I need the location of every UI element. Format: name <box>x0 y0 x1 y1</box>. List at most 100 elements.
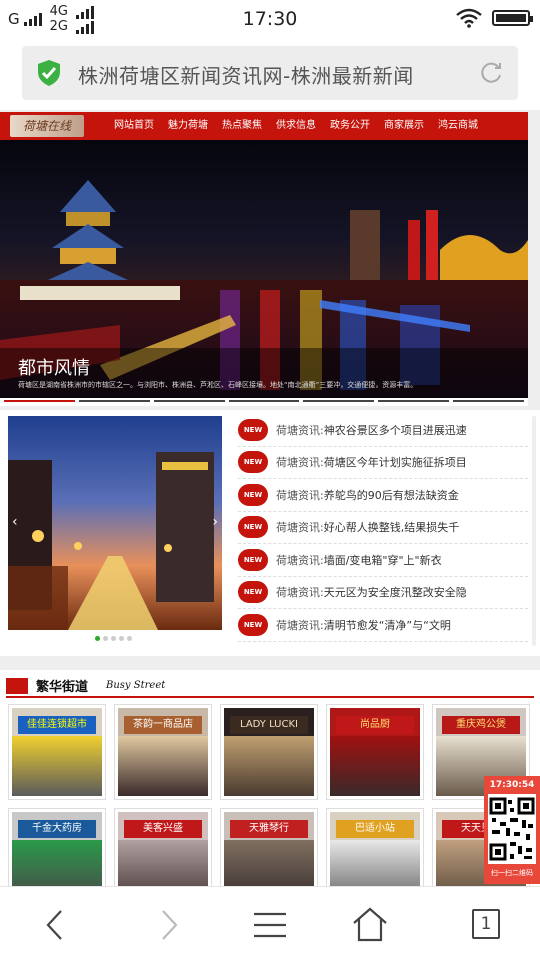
pager-dot[interactable] <box>119 636 124 641</box>
site-nav-items: 网站首页 魅力荷塘 热点聚焦 供求信息 政务公开 商家展示 鸿云商城 <box>106 112 484 140</box>
news-item[interactable]: NEW 荷塘资讯: 天元区为安全度汛整改安全隐 <box>238 577 528 609</box>
news-photo-slider[interactable]: ‹ › <box>8 416 222 630</box>
busy-street-title-en: Busy Street <box>106 680 166 691</box>
hero-subtitle: 荷塘区是湖南省株洲市的市辖区之一。与浏阳市、株洲县、芦淞区、石峰区接壤。地处“南… <box>18 381 418 389</box>
address-bar[interactable]: 株洲荷塘区新闻资讯网-株洲最新新闻 <box>22 46 518 100</box>
busy-street-header: 繁华街道 Busy Street <box>6 676 534 698</box>
tab-count: 1 <box>472 909 500 939</box>
reload-icon[interactable] <box>478 60 504 86</box>
slider-dot[interactable] <box>153 400 225 402</box>
nav-item-charm[interactable]: 魅力荷塘 <box>160 112 214 140</box>
news-item[interactable]: NEW 荷塘资讯: 清明节愈发“清净”与“文明 <box>238 609 528 642</box>
news-prefix: 荷塘资讯: <box>276 456 324 470</box>
shop-sign: 茶韵一商品店 <box>124 716 202 734</box>
slider-dot[interactable] <box>303 400 375 402</box>
pager-dot[interactable] <box>111 636 116 641</box>
battery-icon <box>492 10 533 26</box>
shop-sign: 重庆鸡公煲 <box>442 716 520 734</box>
shop-front <box>224 736 314 796</box>
news-list: NEW 荷塘资讯: 神农谷景区多个项目进展迅速 NEW 荷塘资讯: 荷塘区今年计划实… <box>238 414 528 642</box>
news-title[interactable]: 神农谷景区多个项目进展迅速 <box>324 422 467 438</box>
home-icon[interactable] <box>350 905 390 945</box>
slider-dot[interactable] <box>378 400 450 402</box>
hero-title: 都市风情 <box>18 358 90 379</box>
new-badge-icon: NEW <box>238 613 268 636</box>
qr-code-widget[interactable]: 17:30:54 扫一扫二维码 <box>484 776 540 884</box>
hero-banner[interactable]: 都市风情 荷塘区是湖南省株洲市的市辖区之一。与浏阳市、株洲县、芦淞区、石峰区接壤… <box>0 140 528 398</box>
tabs-button[interactable]: 1 <box>466 905 506 945</box>
shop-front <box>118 840 208 886</box>
pager-dot[interactable] <box>103 636 108 641</box>
news-title[interactable]: 好心帮人换整钱,结果损失千 <box>324 519 460 535</box>
nav-item-supply[interactable]: 供求信息 <box>268 112 322 140</box>
news-item[interactable]: NEW 荷塘资讯: 神农谷景区多个项目进展迅速 <box>238 414 528 447</box>
qr-label: 扫一扫二维码 <box>491 869 533 877</box>
site-logo[interactable]: 荷塘在线 <box>10 115 84 137</box>
status-icons <box>456 8 533 28</box>
hero-caption: 都市风情 荷塘区是湖南省株洲市的市辖区之一。与浏阳市、株洲县、芦淞区、石峰区接壤… <box>0 348 528 398</box>
slider-dot[interactable] <box>78 400 150 402</box>
new-badge-icon: NEW <box>238 516 268 539</box>
shop-sign: LADY LUCKI <box>230 716 308 734</box>
news-prefix: 荷塘资讯: <box>276 618 324 632</box>
news-title[interactable]: 清明节愈发“清净”与“文明 <box>324 617 451 633</box>
site-nav-bar: 荷塘在线 网站首页 魅力荷塘 热点聚焦 供求信息 政务公开 商家展示 鸿云商城 <box>0 112 528 140</box>
shop-sign: 巴适小站 <box>336 820 414 838</box>
menu-icon[interactable] <box>250 905 290 945</box>
nav-item-mall[interactable]: 鸿云商城 <box>430 112 484 140</box>
pager-dot[interactable] <box>127 636 132 641</box>
shop-card[interactable]: 天雅琴行 <box>220 808 318 886</box>
shop-card[interactable]: 千金大药房 <box>8 808 106 886</box>
slider-dot[interactable] <box>4 400 75 402</box>
shop-front <box>224 840 314 886</box>
news-title[interactable]: 墙面/变电箱"穿"上"新衣 <box>324 552 442 568</box>
news-title[interactable]: 养鸵鸟的90后有想法缺资金 <box>324 487 459 503</box>
wifi-icon <box>456 8 482 28</box>
page-title-text[interactable]: 株洲荷塘区新闻资讯网-株洲最新新闻 <box>78 60 414 89</box>
shop-card[interactable]: LADY LUCKI <box>220 704 318 800</box>
nav-item-gov[interactable]: 政务公开 <box>322 112 376 140</box>
shop-front <box>118 736 208 796</box>
nav-item-hot[interactable]: 热点聚焦 <box>214 112 268 140</box>
pager-dot[interactable] <box>95 636 100 641</box>
shop-sign: 天雅琴行 <box>230 820 308 838</box>
shop-card[interactable]: 茶韵一商品店 <box>114 704 212 800</box>
forward-arrow-icon[interactable] <box>148 905 188 945</box>
web-page[interactable]: 荷塘在线 网站首页 魅力荷塘 热点聚焦 供求信息 政务公开 商家展示 鸿云商城 <box>0 110 540 886</box>
news-prefix: 荷塘资讯: <box>276 521 324 535</box>
news-title[interactable]: 天元区为安全度汛整改安全隐 <box>324 584 467 600</box>
news-section: ‹ › NEW 荷塘资讯: 神农谷景区多个项目进展迅速 NEW 荷塘资讯: 荷塘区今… <box>0 410 540 656</box>
nav-item-home[interactable]: 网站首页 <box>106 112 160 140</box>
news-prefix: 荷塘资讯: <box>276 553 324 567</box>
busy-street-section: 繁华街道 Busy Street 佳佳连锁超市 茶韵一商品店 LADY LUCK… <box>0 670 540 886</box>
news-scrollbar[interactable] <box>532 416 536 646</box>
shop-card[interactable]: 巴适小站 <box>326 808 424 886</box>
news-item[interactable]: NEW 荷塘资讯: 墙面/变电箱"穿"上"新衣 <box>238 544 528 577</box>
news-item[interactable]: NEW 荷塘资讯: 荷塘区今年计划实施征拆项目 <box>238 447 528 479</box>
hero-slider-indicator[interactable] <box>0 398 528 406</box>
photo-next-icon[interactable]: › <box>212 514 218 530</box>
news-prefix: 荷塘资讯: <box>276 586 324 600</box>
shop-sign: 尚品厨 <box>336 716 414 734</box>
new-badge-icon: NEW <box>238 548 268 571</box>
news-title[interactable]: 荷塘区今年计划实施征拆项目 <box>324 454 467 470</box>
status-bar: G 4G 2G 17:30 <box>0 0 540 38</box>
shop-card[interactable]: 佳佳连锁超市 <box>8 704 106 800</box>
shop-card[interactable]: 美客兴盛 <box>114 808 212 886</box>
news-prefix: 荷塘资讯: <box>276 423 324 437</box>
news-item[interactable]: NEW 荷塘资讯: 好心帮人换整钱,结果损失千 <box>238 512 528 544</box>
slider-dot[interactable] <box>228 400 300 402</box>
shop-card[interactable]: 尚品厨 <box>326 704 424 800</box>
news-item[interactable]: NEW 荷塘资讯: 养鸵鸟的90后有想法缺资金 <box>238 479 528 512</box>
shop-sign: 美客兴盛 <box>124 820 202 838</box>
slider-dot[interactable] <box>453 400 525 402</box>
new-badge-icon: NEW <box>238 418 268 441</box>
busy-street-title: 繁华街道 <box>36 680 89 695</box>
nav-item-merchants[interactable]: 商家展示 <box>376 112 430 140</box>
photo-pager[interactable] <box>95 636 132 641</box>
photo-prev-icon[interactable]: ‹ <box>12 514 18 530</box>
shop-front <box>330 840 420 886</box>
shop-front <box>12 736 102 796</box>
shop-front <box>12 840 102 886</box>
back-arrow-icon[interactable] <box>36 905 76 945</box>
